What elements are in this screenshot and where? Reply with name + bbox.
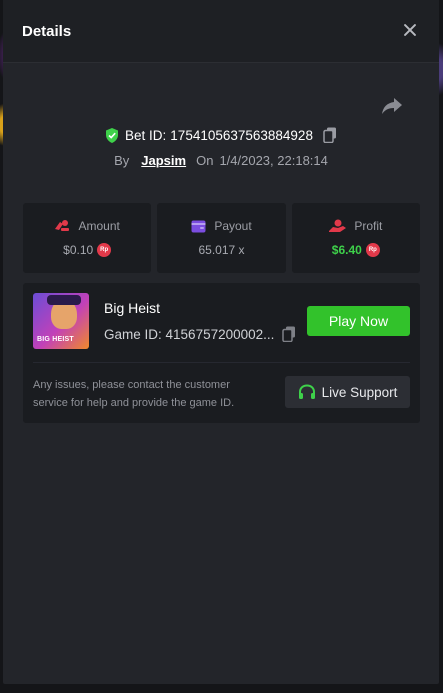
stat-profit-label: Profit [354,219,383,233]
stat-amount-value: $0.10 [63,243,94,257]
thumbnail-logo-text: BIG HEIST [37,336,74,343]
bet-id-label: Bet ID: [125,127,167,143]
game-card: BIG HEIST Big Heist Game ID: 41567572000… [23,283,420,423]
on-label: On [196,153,214,168]
bet-id-row: Bet ID: 1754105637563884928 [3,127,439,143]
coins-icon [55,220,70,231]
game-id-label: Game ID: [104,326,162,342]
stat-amount-label: Amount [78,219,120,233]
stat-payout: Payout 65.017 x [157,203,286,273]
by-label: By [114,153,130,168]
modal-header: Details [3,0,439,63]
headset-icon [298,384,315,399]
live-support-button[interactable]: Live Support [285,376,410,408]
copy-icon[interactable] [282,326,296,342]
wallet-icon [191,220,206,232]
currency-badge: Rp [365,243,380,257]
bet-datetime: 1/4/2023, 22:18:14 [219,153,328,168]
verified-shield-icon [106,127,119,143]
stat-payout-value: 65.017 x [198,243,245,257]
stats-row: Amount $0.10 Rp Payout 65.017 x Profit $… [23,203,420,273]
game-name: Big Heist [104,300,161,316]
stat-profit-value: $6.40 [331,243,362,257]
bet-meta-row: By Japsim On 1/4/2023, 22:18:14 [3,153,439,168]
thumbnail-hat [47,295,81,305]
game-id-value: 4156757200002... [165,326,275,342]
live-support-label: Live Support [321,384,398,400]
divider [33,362,410,363]
modal-title: Details [22,22,72,40]
username-link[interactable]: Japsim [141,153,186,168]
game-thumbnail[interactable]: BIG HEIST [33,293,89,349]
game-id-row: Game ID: 4156757200002... [104,326,296,342]
copy-icon[interactable] [323,127,337,143]
stat-profit: Profit $6.40 Rp [291,203,420,273]
currency-badge: Rp [97,243,112,257]
share-icon[interactable] [381,96,403,116]
stat-amount: Amount $0.10 Rp [23,203,152,273]
support-text: Any issues, please contact the customer … [33,379,235,409]
profit-hand-icon [329,219,347,232]
stat-payout-label: Payout [214,219,252,233]
play-now-button[interactable]: Play Now [307,306,410,336]
close-button[interactable] [401,22,419,40]
details-modal: Details Bet ID: 1754105637563884928 By J… [3,0,439,684]
bet-id-value: 1754105637563884928 [170,127,313,143]
